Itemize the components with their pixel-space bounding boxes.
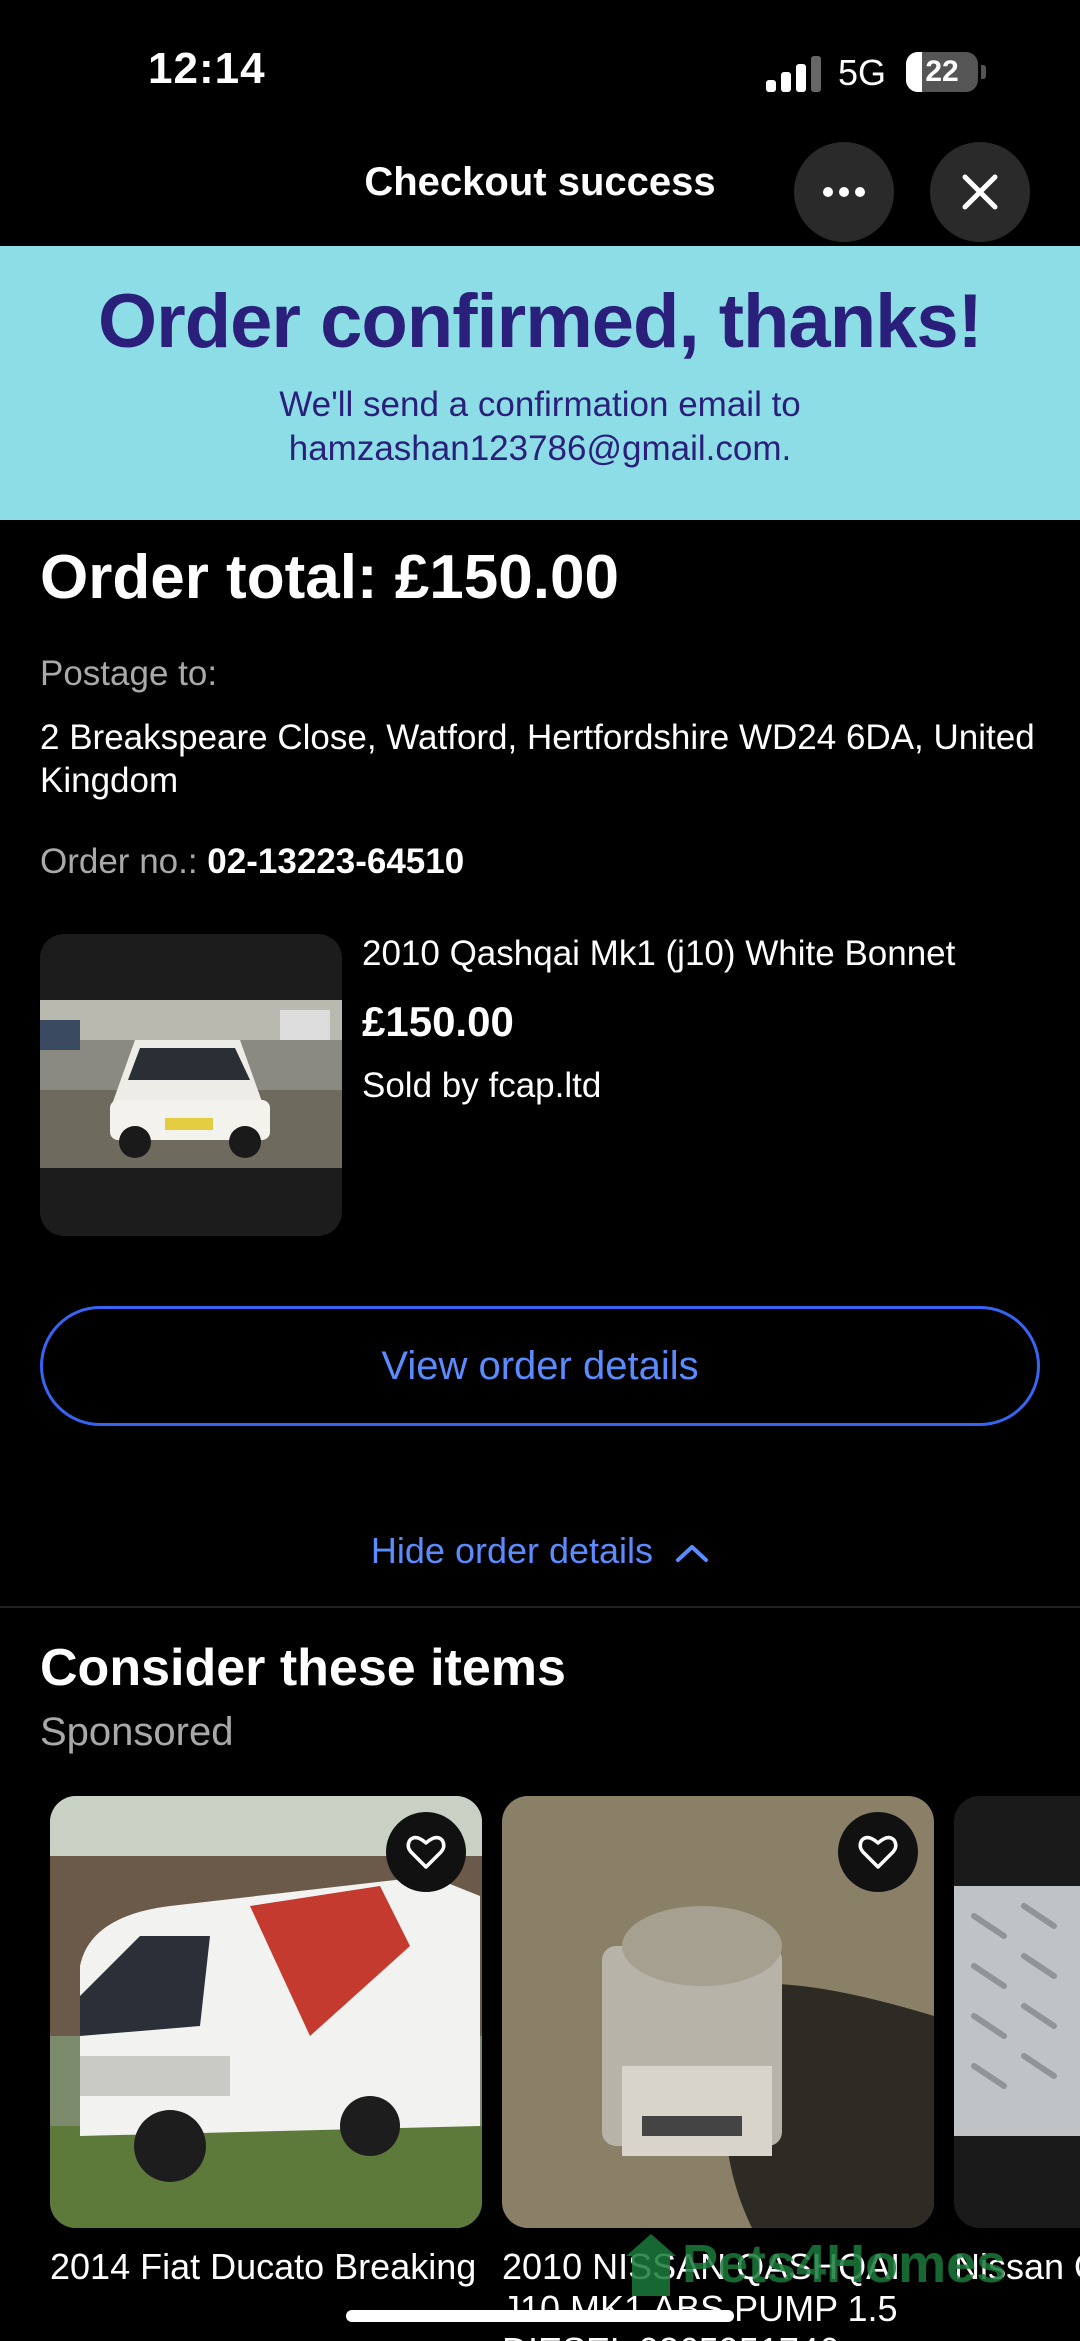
heart-icon [858,1835,898,1869]
order-total: Order total: £150.00 [40,543,619,612]
hide-order-details-link[interactable]: Hide order details [0,1530,1080,1572]
confirmation-text: We'll send a confirmation email to [279,385,801,424]
postage-label: Postage to: [40,654,218,693]
watch-button[interactable] [386,1812,466,1892]
order-number-value: 02-13223-64510 [207,842,465,881]
card-image[interactable] [954,1796,1080,2228]
home-indicator[interactable] [346,2310,734,2322]
heart-icon [406,1835,446,1869]
order-number: Order no.: 02-13223-64510 [40,842,464,882]
card-image[interactable] [50,1796,482,2228]
status-time: 12:14 [148,44,266,93]
page-title: Checkout success [364,160,716,204]
ellipsis-icon [823,187,865,197]
card-image[interactable] [502,1796,934,2228]
confirmation-banner: Order confirmed, thanks! We'll send a co… [0,246,1080,520]
sponsored-label: Sponsored [40,1710,234,1754]
recommendation-card[interactable]: Nissan Qashqai Compressor 2010-2013 [954,1796,1080,2288]
signal-icon [766,56,822,92]
view-order-details-button[interactable]: View order details [40,1306,1040,1426]
item-thumbnail[interactable] [40,934,342,1236]
close-icon [962,174,998,210]
item-price: £150.00 [362,998,514,1045]
card-title[interactable]: 2014 Fiat Ducato Breaking [50,2246,482,2288]
network-type: 5G [838,52,887,93]
chevron-up-icon [676,1545,709,1563]
watermark-text: Pets4Homes [682,2234,1007,2294]
more-options-button[interactable] [794,142,894,242]
section-divider [0,1606,1080,1608]
close-button[interactable] [930,142,1030,242]
order-number-label: Order no.: [40,842,208,881]
car-photo [40,1000,342,1168]
watermark: Pets4Homes [626,2232,1006,2296]
recommendation-card[interactable]: 2014 Fiat Ducato Breaking [50,1796,482,2288]
battery-level: 22 [925,55,959,88]
confirmation-heading: Order confirmed, thanks! [98,279,983,364]
hide-order-details-label: Hide order details [370,1530,654,1571]
item-title[interactable]: 2010 Qashqai Mk1 (j10) White Bonnet [362,934,955,974]
postage-address: 2 Breakspeare Close, Watford, Hertfordsh… [40,718,1035,800]
pets4homes-logo-icon [626,2234,676,2296]
compressor-photo [954,1796,1080,2228]
battery-icon: 22 [906,52,986,92]
recommendations-title: Consider these items [40,1639,566,1697]
confirmation-email-line: We'll send a confirmation email to hamza… [0,383,1080,471]
watch-button[interactable] [838,1812,918,1892]
confirmation-email: hamzashan123786@gmail.com. [288,429,792,468]
item-seller: Sold by fcap.ltd [362,1066,602,1105]
status-bar: 12:14 5G 22 [0,0,1080,140]
